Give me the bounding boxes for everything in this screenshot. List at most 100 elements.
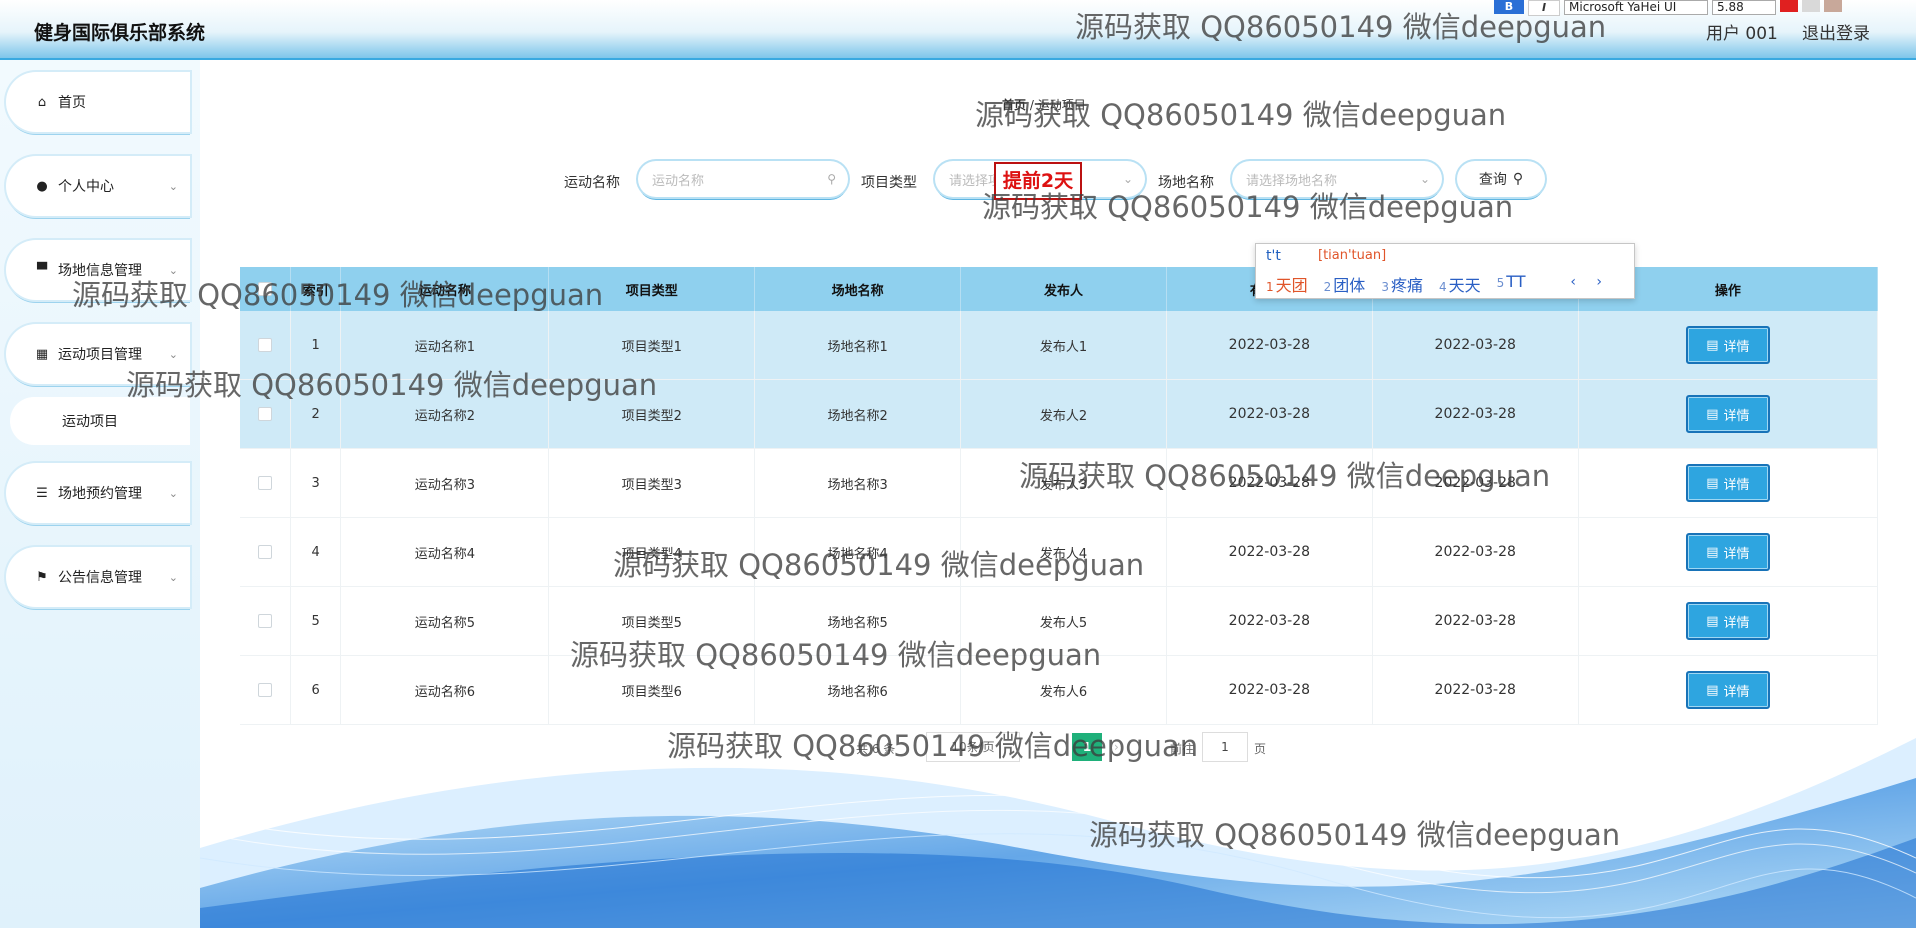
header-select-all[interactable]	[240, 267, 291, 311]
query-button[interactable]: 查询 ⚲	[1457, 161, 1545, 197]
cell-sport-name: 运动名称6	[341, 656, 550, 724]
ime-candidate[interactable]: 5 TT	[1497, 272, 1526, 296]
sidebar-item-label: 场地预约管理	[58, 486, 142, 502]
detail-button-label: 详情	[1723, 684, 1750, 700]
select-all-checkbox[interactable]	[257, 282, 272, 296]
venue-name-select[interactable]: 请选择场地名称 ⌄	[1232, 161, 1442, 197]
logout-link[interactable]: 退出登录	[1802, 19, 1870, 44]
table-body: 1 运动名称1 项目类型1 场地名称1 发布人1 2022-03-28 2022-03-28…	[240, 311, 1879, 725]
cell-valid-to: 2022-03-28	[1373, 449, 1579, 517]
sidebar-item-label: 场地信息管理	[58, 263, 142, 279]
cell-valid-from: 2022-03-28	[1167, 587, 1373, 655]
detail-button[interactable]: ▤ 详情	[1685, 464, 1770, 502]
detail-button[interactable]: ▤ 详情	[1685, 326, 1770, 364]
document-icon: ▤	[1706, 475, 1719, 491]
row-checkbox[interactable]	[257, 338, 272, 352]
sport-name-placeholder: 运动名称	[652, 173, 705, 189]
sidebar-subitem-sport-project[interactable]: 运动项目	[10, 397, 190, 445]
font-family-select[interactable]: Microsoft YaHei UI	[1564, 0, 1708, 15]
ime-candidate[interactable]: 1 天团	[1266, 272, 1308, 296]
prev-page-icon[interactable]: ‹	[1036, 740, 1041, 754]
breadcrumb-home[interactable]: 首页	[1002, 98, 1026, 112]
ime-pinyin: [tian'tuan]	[1318, 248, 1387, 263]
ime-candidate-number: 5	[1496, 276, 1505, 290]
color-swatch-brown[interactable]	[1824, 0, 1842, 12]
venue-name-placeholder: 请选择场地名称	[1246, 173, 1338, 189]
sidebar-item-home[interactable]: ⌂ 首页	[6, 72, 190, 132]
col-header-index: 索引	[291, 267, 342, 311]
cell-venue-name: 场地名称6	[755, 656, 962, 724]
table-row[interactable]: 2 运动名称2 项目类型2 场地名称2 发布人2 2022-03-28 2022-03-28…	[240, 380, 1879, 449]
sidebar-item-personal-center[interactable]: ● 个人中心 ⌄	[6, 156, 190, 216]
ime-candidate-text: 团体	[1333, 276, 1366, 295]
italic-button[interactable]: I	[1528, 0, 1560, 16]
cell-sport-name: 运动名称4	[341, 518, 550, 586]
table-row[interactable]: 3 运动名称3 项目类型3 场地名称3 发布人3 2022-03-28 2022-03-28…	[240, 449, 1879, 518]
cell-project-type: 项目类型1	[549, 311, 756, 379]
sidebar-subitem-label: 运动项目	[62, 414, 118, 430]
cell-publisher: 发布人1	[961, 311, 1167, 379]
format-toolbar: B I Microsoft YaHei UI 5.88	[1494, 0, 1842, 16]
cell-index: 5	[291, 587, 342, 655]
cell-actions: ▤ 详情	[1579, 311, 1879, 379]
next-page-icon[interactable]: ›	[1114, 740, 1119, 754]
table-row[interactable]: 6 运动名称6 项目类型6 场地名称6 发布人6 2022-03-28 2022-03-28…	[240, 656, 1879, 725]
font-size-select[interactable]: 5.88	[1712, 0, 1776, 15]
color-swatch-gray[interactable]	[1802, 0, 1820, 12]
cell-project-type: 项目类型6	[549, 656, 756, 724]
current-page-button[interactable]: 1	[1072, 733, 1102, 761]
row-checkbox[interactable]	[257, 476, 272, 490]
cell-venue-name: 场地名称3	[755, 449, 962, 517]
goto-page-input[interactable]: 1	[1202, 732, 1248, 762]
ime-candidate-number: 4	[1438, 280, 1447, 294]
table-row[interactable]: 1 运动名称1 项目类型1 场地名称1 发布人1 2022-03-28 2022-03-28…	[240, 311, 1879, 380]
col-header-publisher: 发布人	[961, 267, 1167, 311]
chevron-down-icon: ⌄	[168, 570, 178, 584]
document-icon: ▤	[1706, 682, 1719, 698]
row-checkbox[interactable]	[257, 683, 272, 697]
project-type-label: 项目类型	[861, 175, 917, 191]
sport-name-input[interactable]: 运动名称 ⚲	[638, 161, 848, 197]
ahead-stamp: 提前2天	[994, 162, 1082, 200]
cell-valid-to: 2022-03-28	[1373, 518, 1579, 586]
detail-button[interactable]: ▤ 详情	[1685, 602, 1770, 640]
detail-button[interactable]: ▤ 详情	[1685, 533, 1770, 571]
cell-project-type: 项目类型5	[549, 587, 756, 655]
sidebar-item-booking[interactable]: ☰ 场地预约管理 ⌄	[6, 463, 190, 523]
bold-button[interactable]: B	[1494, 0, 1524, 14]
row-checkbox[interactable]	[257, 614, 272, 628]
sidebar-item-venue-info[interactable]: ▀ 场地信息管理 ⌄	[6, 240, 190, 300]
page-size-select[interactable]: 10条/页	[926, 732, 1020, 762]
cell-valid-to: 2022-03-28	[1373, 311, 1579, 379]
col-header-venue: 场地名称	[755, 267, 962, 311]
breadcrumb-current: 运动项目	[1037, 98, 1086, 112]
detail-button[interactable]: ▤ 详情	[1685, 395, 1770, 433]
document-icon: ▤	[1706, 544, 1719, 560]
col-header-type: 项目类型	[549, 267, 756, 311]
cell-index: 6	[291, 656, 342, 724]
chevron-down-icon: ⌄	[168, 179, 178, 193]
ime-candidate[interactable]: 3 疼痛	[1381, 272, 1423, 296]
ime-candidate[interactable]: 2 团体	[1324, 272, 1366, 296]
sidebar-item-notice[interactable]: ⚑ 公告信息管理 ⌄	[6, 547, 190, 607]
sport-name-label: 运动名称	[564, 175, 620, 191]
current-user: 用户 001	[1706, 24, 1778, 44]
cell-actions: ▤ 详情	[1579, 587, 1879, 655]
detail-button-label: 详情	[1723, 477, 1750, 493]
sidebar-item-sport-projects[interactable]: ▦ 运动项目管理 ⌄	[6, 324, 190, 384]
ime-candidate-number: 3	[1381, 280, 1389, 294]
cell-valid-to: 2022-03-28	[1373, 380, 1579, 448]
table-row[interactable]: 5 运动名称5 项目类型5 场地名称5 发布人5 2022-03-28 2022-03-28…	[240, 587, 1879, 656]
cell-publisher: 发布人2	[961, 380, 1167, 448]
row-checkbox-cell	[240, 587, 291, 655]
table-row[interactable]: 4 运动名称4 项目类型4 场地名称4 发布人4 2022-03-28 2022-03-28…	[240, 518, 1879, 587]
ime-page-nav[interactable]: ‹ ›	[1570, 274, 1610, 290]
row-checkbox[interactable]	[257, 545, 272, 559]
row-checkbox[interactable]	[257, 407, 272, 421]
ime-candidate-number: 1	[1266, 280, 1274, 294]
detail-button[interactable]: ▤ 详情	[1685, 671, 1770, 709]
sidebar: ⌂ 首页 ● 个人中心 ⌄ ▀ 场地信息管理 ⌄ ▦ 运动项目管理 ⌄ 运动项目…	[0, 60, 200, 928]
goto-label: 前往	[1170, 742, 1195, 756]
color-swatch-red[interactable]	[1780, 0, 1798, 12]
ime-candidate[interactable]: 4 天天	[1439, 272, 1481, 296]
